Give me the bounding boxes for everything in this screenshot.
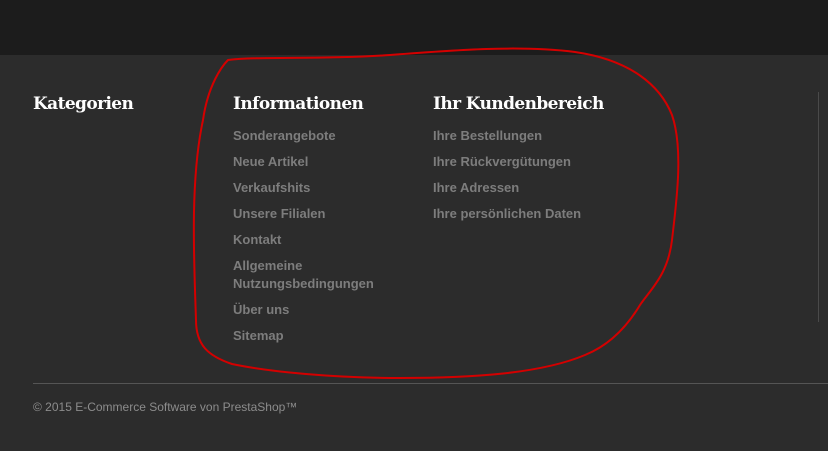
column-divider [818, 92, 819, 322]
link-new-products[interactable]: Neue Artikel [233, 153, 413, 171]
categories-heading[interactable]: Kategorien [33, 93, 134, 115]
footer-column-account: Ihr Kundenbereich Ihre Bestellungen Ihre… [433, 93, 653, 231]
information-heading: Informationen [233, 94, 364, 114]
link-stores[interactable]: Unsere Filialen [233, 205, 413, 223]
link-contact[interactable]: Kontakt [233, 231, 413, 249]
link-specials[interactable]: Sonderangebote [233, 127, 413, 145]
footer-divider [33, 383, 828, 384]
link-orders[interactable]: Ihre Bestellungen [433, 127, 653, 145]
information-links: Sonderangebote Neue Artikel Verkaufshits… [233, 127, 413, 345]
copyright-text: © 2015 E-Commerce Software von PrestaSho… [33, 400, 298, 414]
footer-column-categories: Kategorien [33, 93, 134, 127]
account-heading[interactable]: Ihr Kundenbereich [433, 93, 653, 115]
account-links: Ihre Bestellungen Ihre Rückvergütungen I… [433, 127, 653, 223]
link-sitemap[interactable]: Sitemap [233, 327, 413, 345]
link-credit-slips[interactable]: Ihre Rückvergütungen [433, 153, 653, 171]
link-best-sellers[interactable]: Verkaufshits [233, 179, 413, 197]
link-personal-info[interactable]: Ihre persönlichen Daten [433, 205, 653, 223]
top-bar [0, 0, 828, 55]
link-addresses[interactable]: Ihre Adressen [433, 179, 653, 197]
footer-column-information: Informationen Sonderangebote Neue Artike… [233, 93, 413, 353]
site-footer: Kategorien Informationen Sonderangebote … [0, 55, 828, 451]
link-about[interactable]: Über uns [233, 301, 413, 319]
link-terms[interactable]: Allgemeine Nutzungsbedingungen [233, 257, 413, 293]
